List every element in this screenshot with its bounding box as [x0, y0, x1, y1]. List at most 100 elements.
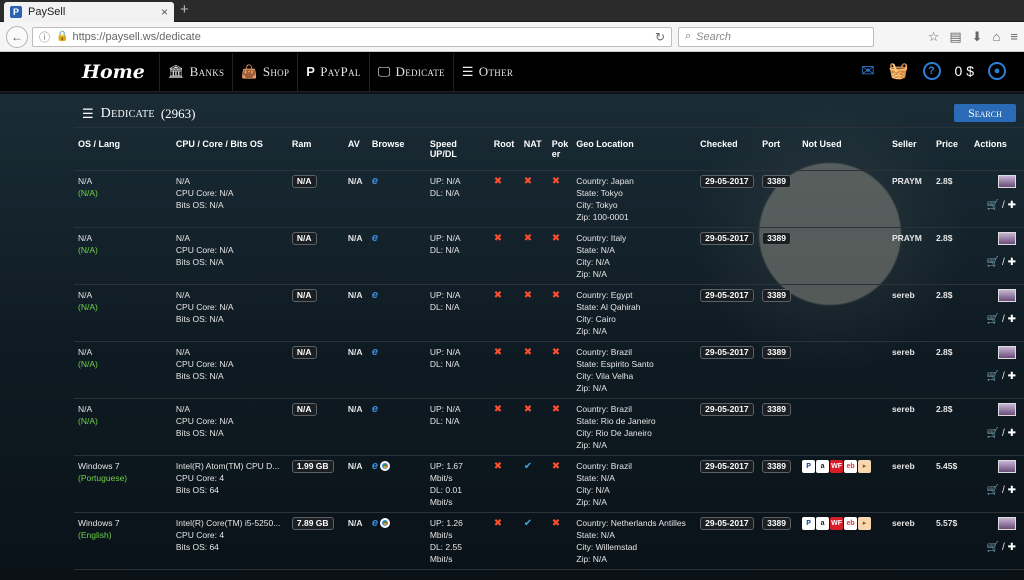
new-tab-icon[interactable]: + [180, 1, 189, 18]
cart-icon[interactable]: 🛒 [987, 428, 999, 439]
envelope-icon[interactable]: ✉ [861, 61, 874, 81]
reading-list-icon[interactable]: ▤ [949, 29, 961, 45]
seller-name[interactable]: PRAYM [892, 176, 922, 186]
menu-item-banks[interactable]: 🏛 Banks [158, 52, 233, 91]
seller-name[interactable]: sereb [892, 404, 915, 414]
cart-icon[interactable]: 🛒 [987, 257, 999, 268]
cart-icon[interactable]: 🛒 [987, 371, 999, 382]
internet-explorer-icon: e [371, 459, 378, 472]
bits-os: Bits OS: N/A [175, 256, 224, 267]
plus-icon[interactable]: ✚ [1008, 485, 1016, 496]
plus-icon[interactable]: ✚ [1008, 314, 1016, 325]
help-icon[interactable]: ? [922, 62, 941, 80]
url-bar[interactable]: ⓘ 🔒 https://paysell.ws/dedicate ↻ [32, 26, 672, 47]
checked-date-badge: 29-05-2017 [700, 459, 754, 473]
cross-icon: ✖ [493, 460, 503, 472]
screenshot-preview-icon[interactable] [998, 231, 1016, 245]
cpu-name: N/A [175, 232, 191, 243]
info-icon[interactable]: ⓘ [39, 29, 50, 45]
cpu-core: CPU Core: N/A [175, 415, 234, 426]
cell-cpu: N/A CPU Core: N/A Bits OS: N/A [171, 227, 288, 285]
seller-name[interactable]: sereb [892, 290, 915, 300]
seller-name[interactable]: PRAYM [892, 233, 922, 243]
cell-root: ✖ [489, 398, 520, 456]
cross-icon: ✖ [551, 517, 561, 529]
cell-seller: sereb [887, 284, 932, 342]
plus-icon[interactable]: ✚ [1008, 542, 1016, 553]
port-badge: 3389 [762, 402, 791, 416]
cell-ram: N/A [287, 170, 344, 228]
os-lang: (N/A) [78, 244, 98, 255]
seller-name[interactable]: sereb [892, 347, 915, 357]
cpu-name: N/A [175, 403, 191, 414]
cell-browse: e [367, 512, 426, 570]
star-icon[interactable]: ☆ [928, 29, 940, 45]
ram-badge: N/A [291, 288, 317, 302]
col-av: AV [343, 136, 368, 171]
cart-icon[interactable]: 🛒 [987, 485, 999, 496]
url-text[interactable]: https://paysell.ws/dedicate [72, 31, 654, 43]
menu-icon[interactable]: ≡ [1010, 29, 1018, 45]
bits-os: Bits OS: 64 [175, 484, 219, 495]
cell-not-used [798, 284, 888, 342]
screenshot-preview-icon[interactable] [998, 288, 1016, 302]
check-icon: ✔ [523, 517, 533, 529]
menu-item-label: Other [478, 63, 514, 79]
geo-state: State: Espirito Santo [576, 358, 654, 369]
plus-icon[interactable]: ✚ [1008, 257, 1016, 268]
cart-icon[interactable]: 🛒 [987, 542, 999, 553]
menu-item-shop[interactable]: 👜 Shop [232, 52, 297, 91]
cross-icon: ✖ [523, 403, 533, 415]
geo-state: State: N/A [576, 472, 615, 483]
port-badge: 3389 [762, 174, 791, 188]
screenshot-preview-icon[interactable] [998, 516, 1016, 530]
cell-root: ✖ [489, 455, 520, 513]
menu-item-other[interactable]: ☰ Other [452, 52, 521, 91]
cell-poker: ✖ [547, 512, 573, 570]
menu-item-paypal[interactable]: P PayPal [297, 52, 368, 91]
cell-geo: Country: Japan State: Tokyo City: Tokyo Zip… [572, 170, 697, 228]
seller-name[interactable]: sereb [892, 518, 915, 528]
screenshot-preview-icon[interactable] [998, 459, 1016, 473]
reload-icon[interactable]: ↻ [655, 30, 665, 44]
home-icon[interactable]: ⌂ [993, 29, 1001, 45]
basket-icon[interactable]: 🧺 [889, 61, 909, 81]
home-logo[interactable]: Home [82, 61, 145, 83]
cell-os: Windows 7 (English) [74, 512, 172, 570]
bits-os: Bits OS: N/A [175, 370, 224, 381]
cell-port: 3389 [758, 341, 799, 399]
col-nat: NAT [519, 136, 548, 171]
price: 2.8$ [935, 232, 953, 243]
back-arrow-icon[interactable]: ← [6, 25, 28, 48]
cart-icon[interactable]: 🛒 [987, 314, 999, 325]
upload-speed: UP: N/A [429, 346, 461, 357]
search-button[interactable]: Search [954, 104, 1016, 122]
table-header-row: OS / Lang CPU / Core / Bits OS Ram AV Br… [74, 136, 1024, 171]
screenshot-preview-icon[interactable] [998, 174, 1016, 188]
cell-cpu: N/A CPU Core: N/A Bits OS: N/A [171, 170, 288, 228]
cell-geo: Country: Netherlands Antilles State: N/A C… [572, 512, 697, 570]
browser-search-input[interactable]: ⌕ Search [678, 26, 874, 47]
plus-icon[interactable]: ✚ [1008, 200, 1016, 211]
user-icon[interactable]: ● [988, 62, 1006, 80]
paypal-icon: P [802, 459, 816, 473]
close-tab-icon[interactable]: × [161, 5, 168, 19]
cell-ram: N/A [287, 341, 344, 399]
screenshot-preview-icon[interactable] [998, 345, 1016, 359]
plus-icon[interactable]: ✚ [1008, 371, 1016, 382]
geo-zip: Zip: N/A [576, 553, 607, 564]
cart-icon[interactable]: 🛒 [987, 200, 999, 211]
screenshot-preview-icon[interactable] [998, 402, 1016, 416]
shipping-icon: ▸ [858, 516, 872, 530]
cell-price: 5.57$ [931, 512, 970, 570]
dedicate-table: OS / Lang CPU / Core / Bits OS Ram AV Br… [74, 136, 1024, 570]
cell-checked: 29-05-2017 [696, 512, 759, 570]
seller-name[interactable]: sereb [892, 461, 915, 471]
ram-badge: 1.99 GB [291, 459, 334, 473]
hamburger-icon[interactable]: ☰ [82, 106, 94, 122]
plus-icon[interactable]: ✚ [1008, 428, 1016, 439]
menu-item-dedicate[interactable]: 🖵 Dedicate [368, 52, 453, 91]
download-icon[interactable]: ⬇ [972, 29, 983, 45]
browser-tab[interactable]: P PaySell × [4, 2, 174, 22]
cell-root: ✖ [489, 341, 520, 399]
